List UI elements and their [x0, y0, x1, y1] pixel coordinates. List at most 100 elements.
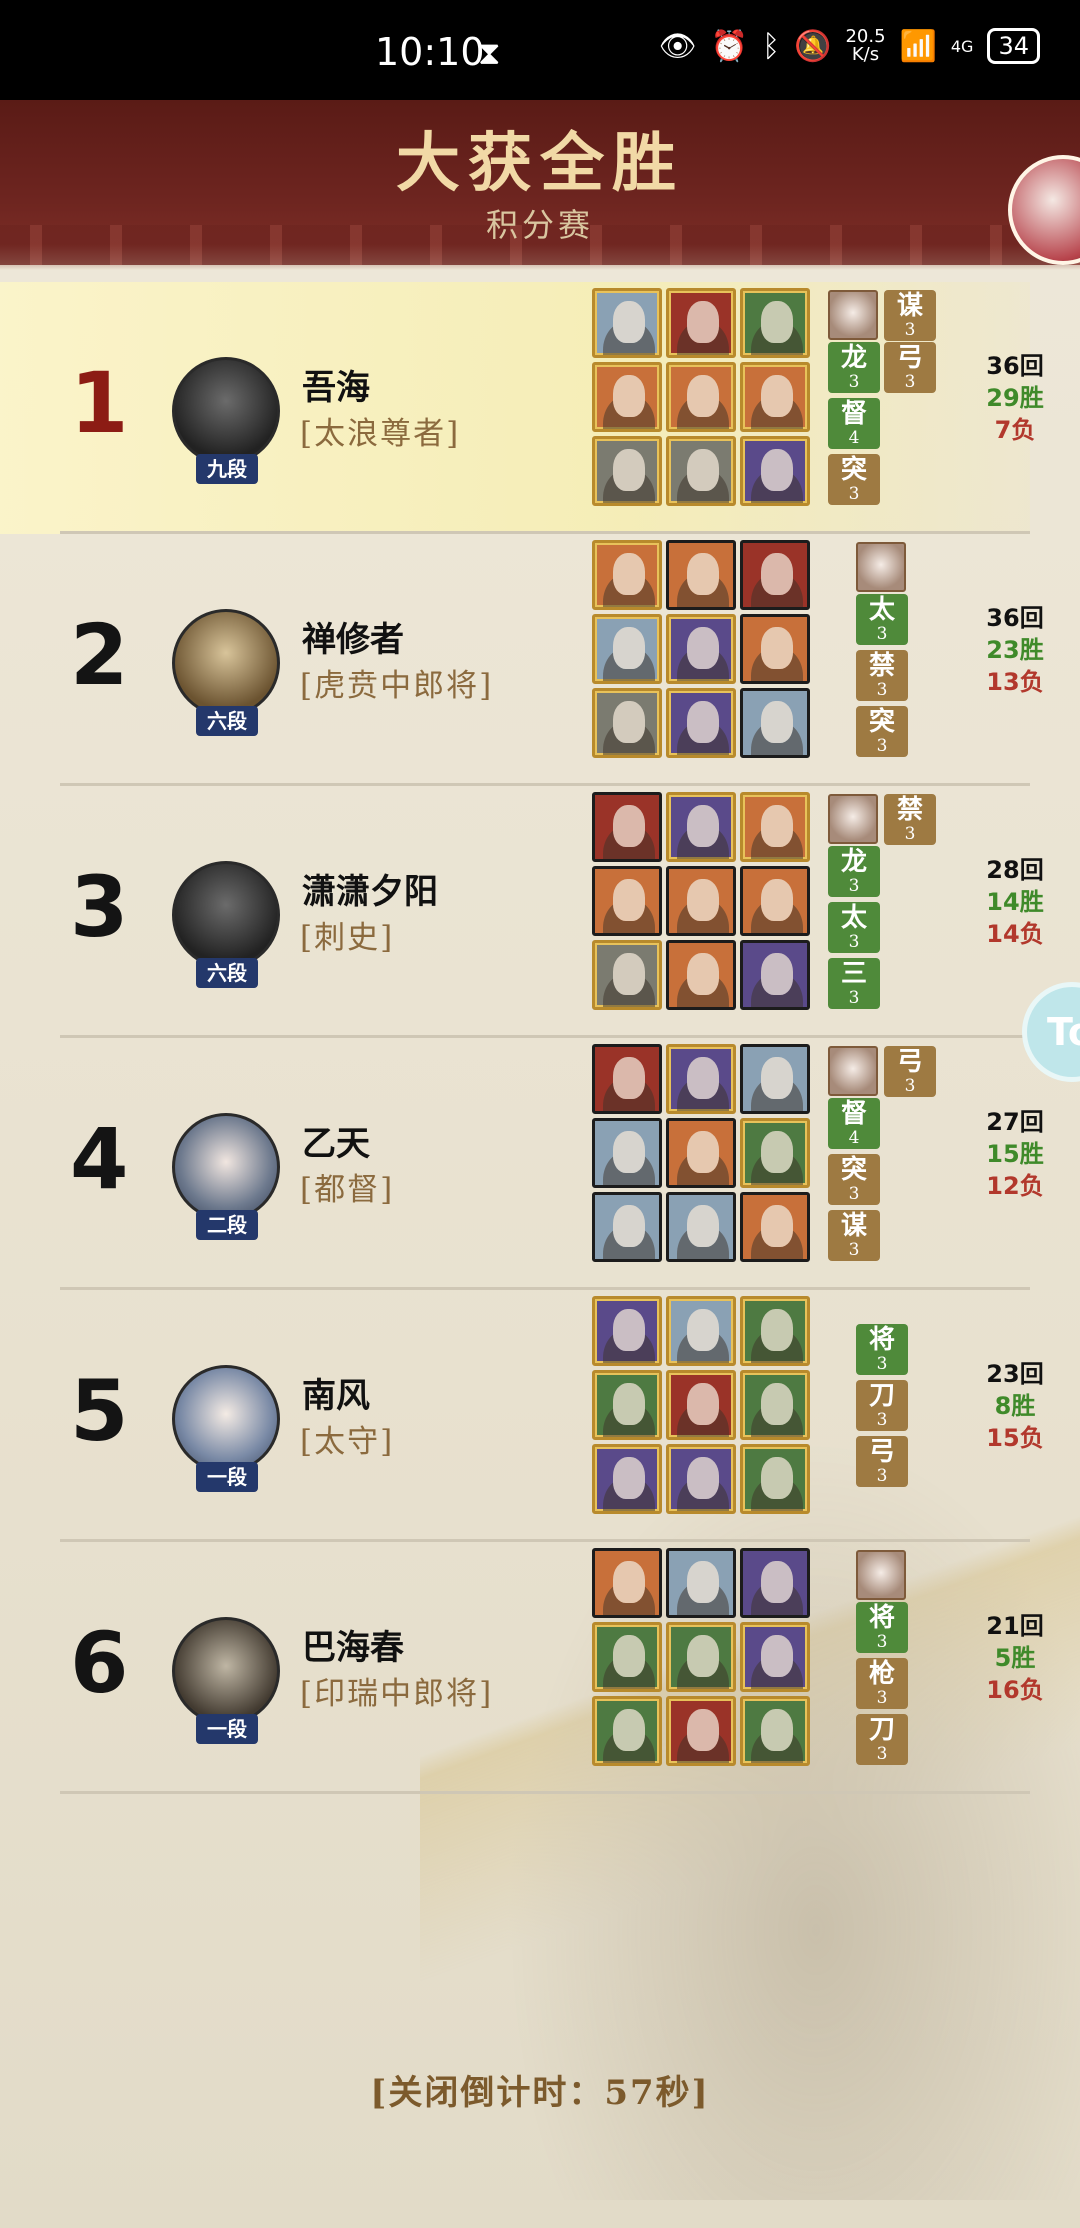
hero-portrait[interactable] [740, 1044, 810, 1114]
hero-portrait[interactable] [740, 866, 810, 936]
hero-portrait[interactable] [740, 614, 810, 684]
hero-portrait[interactable] [592, 1192, 662, 1262]
hero-portrait[interactable] [666, 1622, 736, 1692]
hero-portrait[interactable] [592, 362, 662, 432]
hero-portrait[interactable] [740, 1622, 810, 1692]
synergy-tag[interactable]: 禁3 [856, 650, 908, 701]
hero-portrait[interactable] [740, 940, 810, 1010]
hero-portrait[interactable] [666, 1118, 736, 1188]
avatar[interactable] [172, 1113, 280, 1221]
hero-portrait[interactable] [592, 1444, 662, 1514]
hero-portrait[interactable] [592, 1696, 662, 1766]
synergy-tag[interactable]: 太3 [856, 594, 908, 645]
hero-portrait[interactable] [740, 362, 810, 432]
close-countdown: [关闭倒计时：57秒] [370, 2073, 710, 2113]
hero-portrait[interactable] [592, 288, 662, 358]
synergy-tag[interactable]: 刀3 [856, 1714, 908, 1765]
hero-portrait[interactable] [592, 436, 662, 506]
avatar[interactable] [172, 357, 280, 465]
hero-thumb[interactable] [856, 1550, 906, 1600]
net-speed: 20.5 K/s [845, 26, 886, 65]
hero-portrait[interactable] [666, 1370, 736, 1440]
hero-portrait[interactable] [666, 1548, 736, 1618]
synergy-tag[interactable]: 弓3 [856, 1436, 908, 1487]
hero-portrait[interactable] [592, 540, 662, 610]
hero-portrait[interactable] [592, 792, 662, 862]
hero-portrait[interactable] [666, 1296, 736, 1366]
player-row-6[interactable]: 6 一段 巴海春 [印瑞中郎将] 将3 枪3 刀3 21回 5胜 16负 [0, 1542, 1044, 1794]
synergy-tag[interactable]: 督4 [828, 1098, 880, 1149]
hero-portrait[interactable] [592, 688, 662, 758]
hero-portrait[interactable] [666, 540, 736, 610]
hero-portrait[interactable] [666, 614, 736, 684]
player-row-1[interactable]: 1 九段 吾海 [太浪尊者] 谋3 弓3 龙3 督4 突3 36回 29胜 7负 [0, 282, 1044, 534]
synergy-tag[interactable]: 谋3 [884, 290, 936, 341]
hero-portrait[interactable] [666, 1192, 736, 1262]
hero-grid [592, 1296, 810, 1514]
hero-portrait[interactable] [740, 436, 810, 506]
avatar[interactable] [172, 1617, 280, 1725]
hero-portrait[interactable] [740, 288, 810, 358]
hero-portrait[interactable] [666, 1044, 736, 1114]
synergy-tag[interactable]: 禁3 [884, 794, 936, 845]
hero-portrait[interactable] [666, 1696, 736, 1766]
synergy-tag[interactable]: 突3 [828, 1154, 880, 1205]
hero-portrait[interactable] [740, 792, 810, 862]
hero-portrait[interactable] [740, 1192, 810, 1262]
hero-portrait[interactable] [740, 1118, 810, 1188]
hero-portrait[interactable] [592, 1118, 662, 1188]
floating-button[interactable]: To [1022, 982, 1080, 1082]
player-row-3[interactable]: 3 六段 潇潇夕阳 [刺史] 禁3 龙3 太3 三3 28回 14胜 14负 [0, 786, 1044, 1038]
hero-portrait[interactable] [592, 940, 662, 1010]
hero-portrait[interactable] [740, 1370, 810, 1440]
hero-portrait[interactable] [666, 792, 736, 862]
synergy-tag[interactable]: 突3 [856, 706, 908, 757]
synergy-tag[interactable]: 太3 [828, 902, 880, 953]
avatar[interactable] [172, 861, 280, 969]
page-title: 大获全胜 [396, 126, 684, 201]
hero-thumb[interactable] [828, 1046, 878, 1096]
avatar[interactable] [172, 1365, 280, 1473]
hero-portrait[interactable] [592, 1548, 662, 1618]
synergy-tag[interactable]: 将3 [856, 1324, 908, 1375]
hero-portrait[interactable] [592, 1622, 662, 1692]
synergy-tag[interactable]: 龙3 [828, 846, 880, 897]
hero-portrait[interactable] [592, 866, 662, 936]
hero-portrait[interactable] [592, 1370, 662, 1440]
synergy-tag[interactable]: 弓3 [884, 342, 936, 393]
synergy-tag[interactable]: 督4 [828, 398, 880, 449]
hero-portrait[interactable] [666, 1444, 736, 1514]
hero-portrait[interactable] [666, 436, 736, 506]
hero-thumb[interactable] [828, 794, 878, 844]
hero-grid [592, 540, 810, 758]
player-row-2[interactable]: 2 六段 禅修者 [虎贲中郎将] 太3 禁3 突3 36回 23胜 13负 [0, 534, 1044, 786]
synergy-tag[interactable]: 龙3 [828, 342, 880, 393]
synergy-tag[interactable]: 突3 [828, 454, 880, 505]
avatar[interactable] [172, 609, 280, 717]
synergy-tag[interactable]: 弓3 [884, 1046, 936, 1097]
synergy-tags: 太3 禁3 突3 [828, 542, 938, 782]
hero-portrait[interactable] [740, 1696, 810, 1766]
hero-portrait[interactable] [666, 288, 736, 358]
synergy-tag[interactable]: 枪3 [856, 1658, 908, 1709]
hero-portrait[interactable] [666, 688, 736, 758]
hero-portrait[interactable] [740, 688, 810, 758]
hero-portrait[interactable] [740, 1444, 810, 1514]
hero-portrait[interactable] [740, 1548, 810, 1618]
synergy-tag[interactable]: 刀3 [856, 1380, 908, 1431]
hero-portrait[interactable] [592, 1044, 662, 1114]
player-row-4[interactable]: 4 二段 乙天 [都督] 弓3 督4 突3 谋3 27回 15胜 12负 [0, 1038, 1044, 1290]
hero-portrait[interactable] [666, 866, 736, 936]
hero-portrait[interactable] [740, 1296, 810, 1366]
synergy-tag[interactable]: 三3 [828, 958, 880, 1009]
hero-portrait[interactable] [666, 940, 736, 1010]
synergy-tag[interactable]: 谋3 [828, 1210, 880, 1261]
hero-portrait[interactable] [666, 362, 736, 432]
hero-thumb[interactable] [856, 542, 906, 592]
player-row-5[interactable]: 5 一段 南风 [太守] 将3 刀3 弓3 23回 8胜 15负 [0, 1290, 1044, 1542]
hero-portrait[interactable] [592, 1296, 662, 1366]
hero-portrait[interactable] [592, 614, 662, 684]
synergy-tag[interactable]: 将3 [856, 1602, 908, 1653]
hero-portrait[interactable] [740, 540, 810, 610]
hero-thumb[interactable] [828, 290, 878, 340]
